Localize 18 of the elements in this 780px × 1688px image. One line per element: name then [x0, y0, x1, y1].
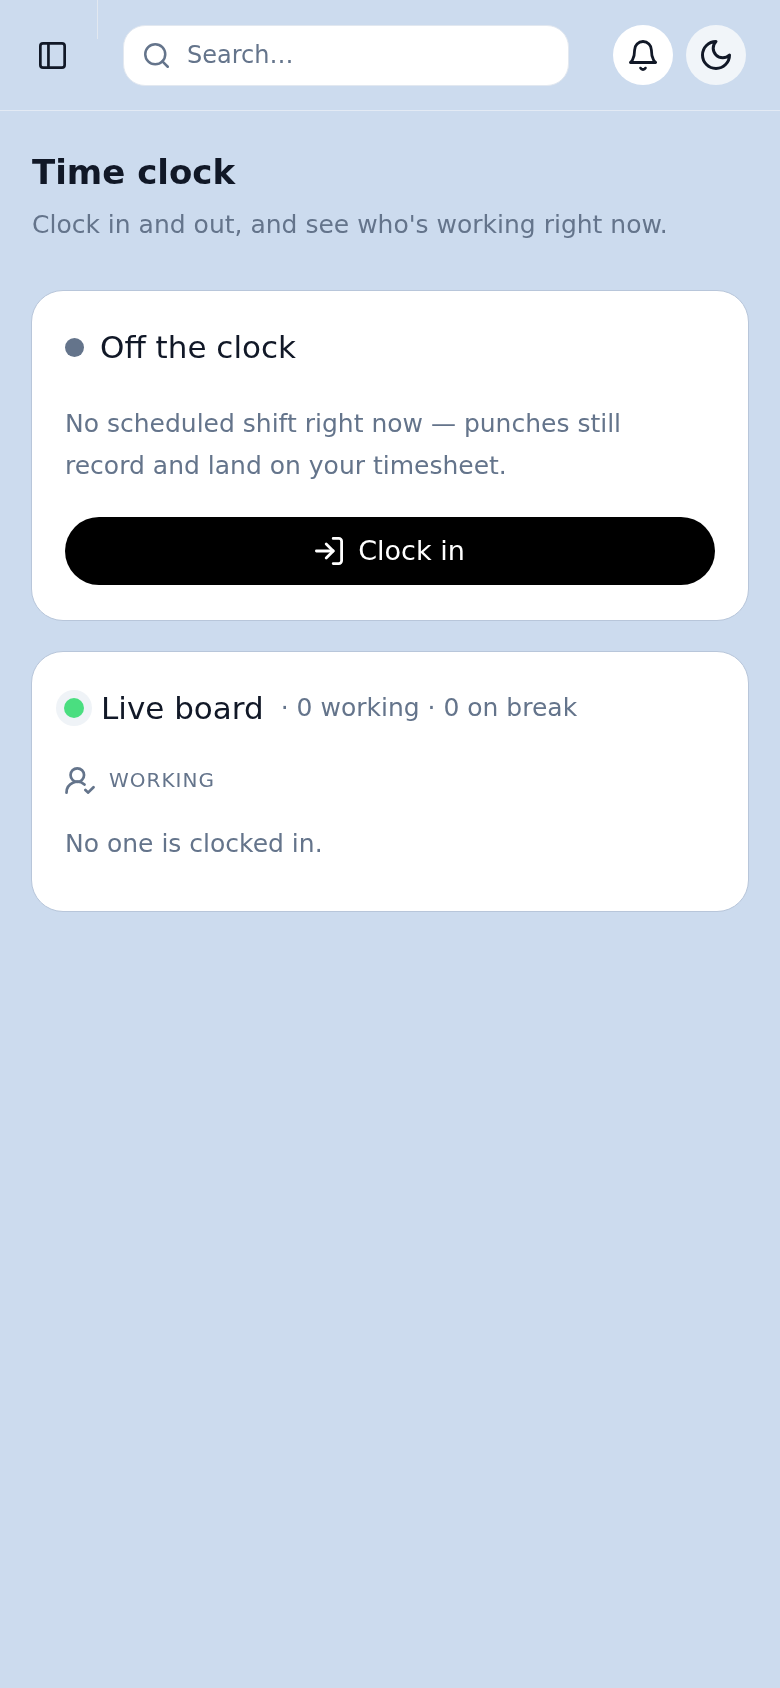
clock-status-title: Off the clock: [100, 328, 296, 367]
page-subtitle: Clock in and out, and see who's working right now.: [32, 209, 669, 241]
section-label: WORKING: [109, 767, 215, 794]
empty-state-text: No one is clocked in.: [65, 828, 324, 860]
page-title: Time clock: [32, 151, 237, 194]
live-board-title: Live board: [101, 689, 264, 728]
search-field[interactable]: Search…: [123, 24, 569, 86]
clock-in-button[interactable]: Clock in: [65, 517, 715, 585]
user-check-icon: [65, 766, 95, 794]
clock-status-description: No scheduled shift right now — punches still record and land on your timesheet.: [65, 408, 623, 482]
panel-icon: [38, 41, 66, 69]
moon-icon: [701, 40, 731, 70]
login-icon: [315, 537, 344, 565]
live-board-summary: · 0 working · 0 on break: [280, 692, 578, 724]
notification-button[interactable]: [613, 25, 673, 85]
dark-mode-button[interactable]: [686, 25, 746, 85]
bell-icon: [629, 39, 657, 71]
search-icon: [144, 42, 169, 68]
